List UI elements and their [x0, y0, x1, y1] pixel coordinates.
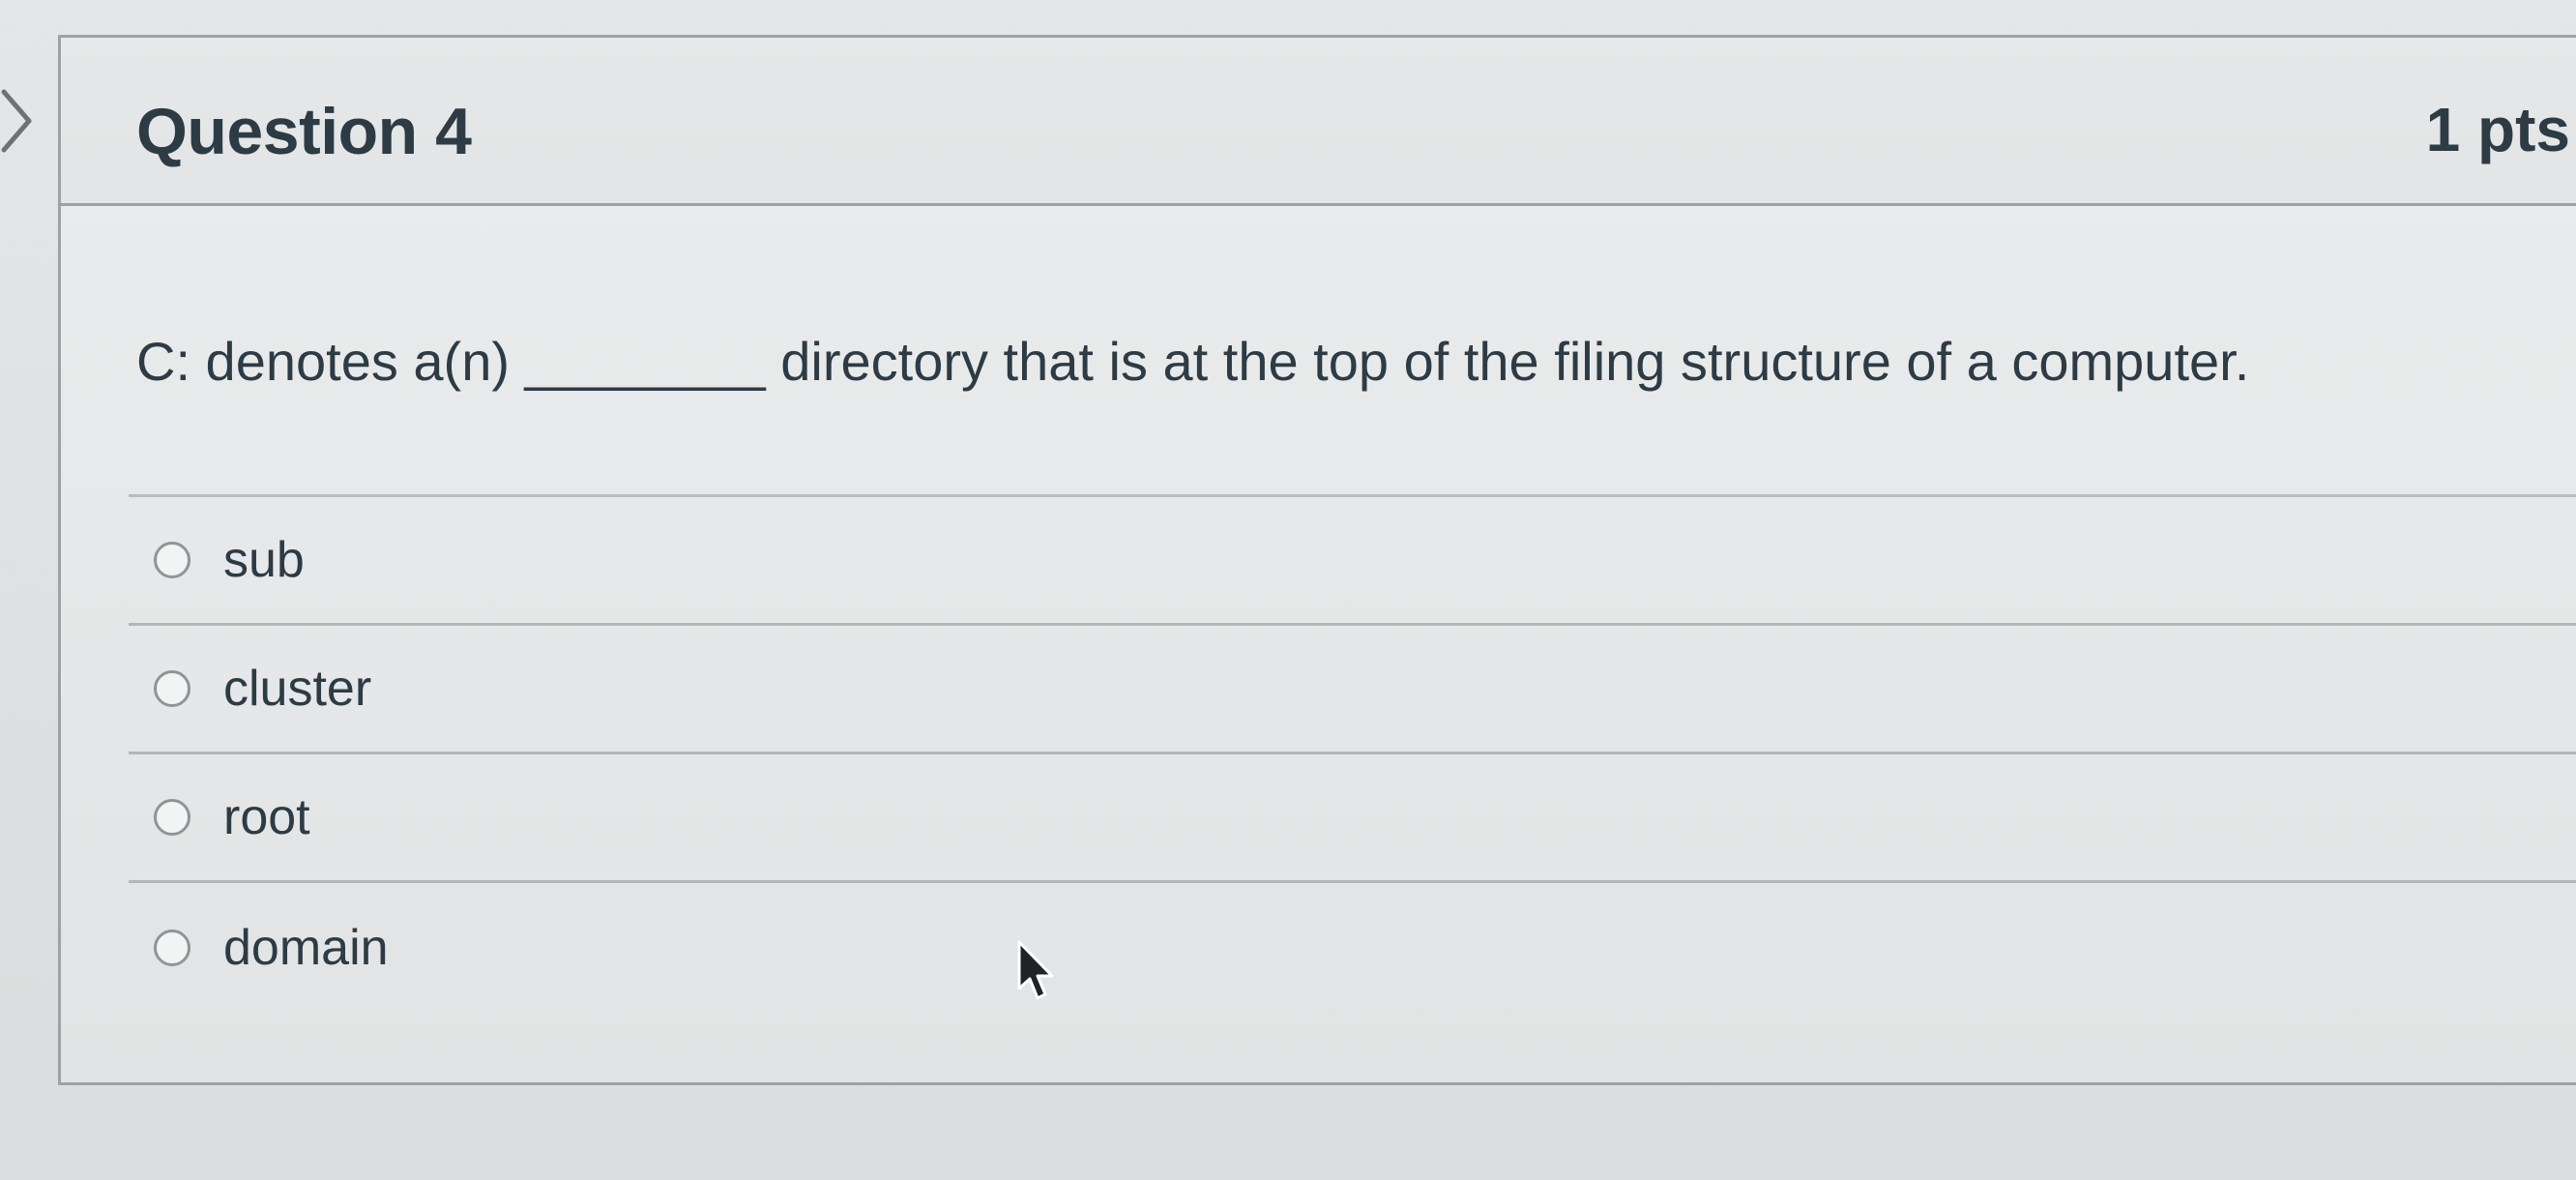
radio-button[interactable]	[154, 799, 190, 836]
answer-option-root[interactable]: root	[129, 754, 2576, 883]
chevron-right-icon	[0, 82, 39, 160]
question-card: Question 4 1 pts C: denotes a(n) _______…	[58, 35, 2576, 1085]
mouse-pointer-icon	[1015, 940, 1058, 1007]
answer-option-cluster[interactable]: cluster	[129, 626, 2576, 754]
answer-label[interactable]: root	[223, 788, 310, 846]
question-header: Question 4 1 pts	[61, 38, 2576, 206]
collapse-toggle[interactable]	[0, 82, 43, 160]
answer-option-sub[interactable]: sub	[129, 497, 2576, 626]
question-points: 1 pts	[2425, 95, 2570, 164]
answer-label[interactable]: cluster	[223, 660, 371, 718]
answer-option-domain[interactable]: domain	[129, 883, 2576, 1012]
radio-button[interactable]	[154, 542, 190, 578]
question-text: C: denotes a(n) ________ directory that …	[136, 331, 2250, 392]
question-title: Question 4	[136, 95, 472, 168]
radio-button[interactable]	[154, 929, 190, 966]
radio-button[interactable]	[154, 670, 190, 707]
answer-list: sub cluster root domain	[129, 497, 2576, 1012]
answer-label[interactable]: sub	[223, 531, 305, 589]
answer-label[interactable]: domain	[223, 919, 389, 977]
